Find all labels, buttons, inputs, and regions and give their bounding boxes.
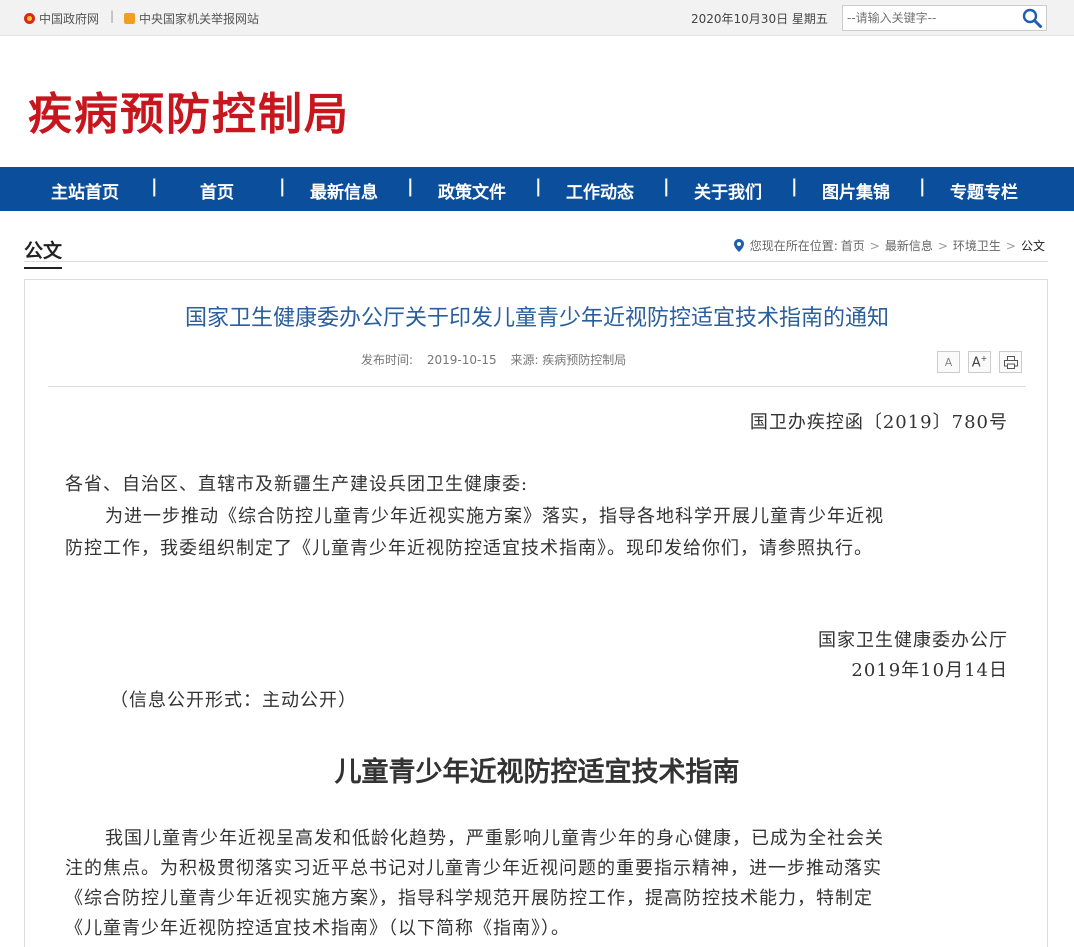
nav-separator: | [279,176,286,197]
title-divider [48,386,1026,387]
addressee: 各省、自治区、直辖市及新疆生产建设兵团卫生健康委: [65,474,529,495]
search-box [842,5,1047,31]
font-increase-button[interactable]: A+ [968,351,991,373]
breadcrumb: 您现在所在位置: 首页 > 最新信息 > 环境卫生 > 公文 [733,237,1048,254]
breadcrumb-latest[interactable]: 最新信息 [885,237,933,254]
nav-separator: | [663,176,670,197]
nav-separator: | [535,176,542,197]
signer: 国家卫生健康委办公厅 [818,630,1008,651]
guide-title: 儿童青少年近视防控适宜技术指南 [334,757,740,788]
breadcrumb-arrow: > [1005,238,1016,253]
nav-separator: | [407,176,414,197]
guide-paragraph-line: 《儿童青少年近视防控适宜技术指南》（以下简称《指南》）。 [65,918,570,939]
nav-separator: | [791,176,798,197]
current-date: 2020年10月30日 星期五 [691,12,828,26]
nav-main-home[interactable]: 主站首页 [51,178,119,203]
breadcrumb-prefix: 您现在所在位置: [749,239,838,253]
breadcrumb-home[interactable]: 首页 [841,237,865,254]
breadcrumb-current: 公文 [1020,239,1045,253]
topbar-divider: | [110,9,115,23]
nav-gallery[interactable]: 图片集锦 [822,178,890,203]
main-nav: 主站首页 | 首页 | 最新信息 | 政策文件 | 工作动态 | 关于我们 | … [0,167,1074,211]
printer-icon [1003,355,1018,369]
font-large-icon: A+ [972,354,988,370]
location-pin-icon [733,239,744,252]
article-meta: 发布时间: 2019-10-15 来源: 疾病预防控制局 [361,351,636,368]
article-source: 来源: 疾病预防控制局 [510,353,627,367]
body-paragraph-line: 为进一步推动《综合防控儿童青少年近视实施方案》落实，指导各地科学开展儿童青少年近… [105,506,884,527]
guide-paragraph-line: 注的焦点。为积极贯彻落实习近平总书记对儿童青少年近视问题的重要指示精神，进一步推… [65,858,882,879]
search-button[interactable] [1021,8,1043,28]
breadcrumb-arrow: > [869,238,880,253]
nav-work[interactable]: 工作动态 [566,178,634,203]
top-bar: 中国政府网 | 中央国家机关举报网站 2020年10月30日 星期五 [0,0,1074,36]
breadcrumb-arrow: > [937,238,948,253]
nav-latest[interactable]: 最新信息 [310,178,378,203]
publish-label: 发布时间: [361,353,414,367]
gov-link[interactable]: 中国政府网 [24,10,99,27]
search-icon [1022,8,1042,28]
nav-topics[interactable]: 专题专栏 [950,178,1018,203]
nav-separator: | [919,176,926,197]
font-small-icon: A [944,355,953,369]
nav-about[interactable]: 关于我们 [694,178,762,203]
gov-link-label: 中国政府网 [39,12,100,26]
disclosure-note: （信息公开形式：主动公开） [110,690,357,711]
print-button[interactable] [999,351,1022,373]
report-link[interactable]: 中央国家机关举报网站 [124,10,259,27]
breadcrumb-environment[interactable]: 环境卫生 [953,237,1001,254]
nav-home[interactable]: 首页 [200,178,234,203]
guide-paragraph-line: 《综合防控儿童青少年近视实施方案》，指导科学规范开展防控工作，提高防控技术能力，… [65,888,873,909]
font-large-glyph: A [971,355,981,371]
font-decrease-button[interactable]: A [937,351,960,373]
site-logo[interactable]: 疾病预防控制局 [28,78,350,142]
nav-policy[interactable]: 政策文件 [438,178,506,203]
section-title: 公文 [24,236,63,269]
sign-date: 2019年10月14日 [851,660,1008,681]
national-emblem-icon [24,13,35,24]
guide-paragraph-line: 我国儿童青少年近视呈高发和低龄化趋势，严重影响儿童青少年的身心健康，已成为全社会… [105,828,884,849]
publish-date: 2019-10-15 [426,353,497,367]
article-tools: A A+ [937,351,1022,373]
nav-separator: | [151,176,158,197]
section-header: 公文 您现在所在位置: 首页 > 最新信息 > 环境卫生 > 公文 [24,232,1048,269]
search-input[interactable] [847,9,1017,27]
report-link-label: 中央国家机关举报网站 [139,12,260,26]
font-large-plus: + [980,353,988,363]
party-emblem-icon [124,13,135,24]
body-paragraph-line: 防控工作，我委组织制定了《儿童青少年近视防控适宜技术指南》。现印发给你们，请参照… [65,538,873,559]
article-title: 国家卫生健康委办公厅关于印发儿童青少年近视防控适宜技术指南的通知 [184,306,889,331]
document-number: 国卫办疾控函〔2019〕780号 [749,412,1008,433]
